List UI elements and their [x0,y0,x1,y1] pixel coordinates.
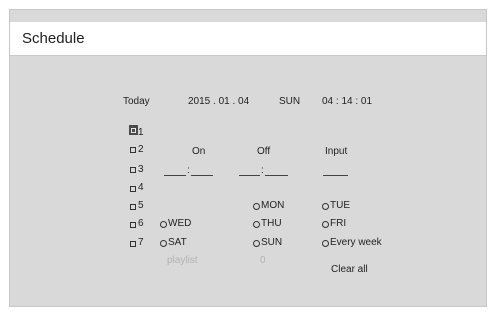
wed-radio[interactable] [160,221,167,228]
schedule-2-checkbox[interactable] [130,147,136,153]
today-label: Today [123,96,150,107]
sat-label: SAT [168,237,187,248]
tue-radio[interactable] [322,203,329,210]
schedule-6-label: 6 [138,218,144,229]
tue-label: TUE [330,200,350,211]
current-weekday: SUN [279,96,301,107]
clear-all-button[interactable]: Clear all [331,264,368,275]
mon-radio[interactable] [253,203,260,210]
playlist-label: playlist [167,255,198,266]
off-minute-blank [265,175,288,176]
schedule-5-label: 5 [138,200,144,211]
page-title: Schedule [22,30,85,47]
fri-label: FRI [330,218,347,229]
off-column-header: Off [257,146,271,157]
input-column-header: Input [325,146,348,157]
schedule-1-label: 1 [138,127,144,138]
schedule-7-label: 7 [138,237,144,248]
off-time-separator: : [261,165,264,176]
on-hour-blank [164,175,186,176]
sun-label: SUN [261,237,283,248]
schedule-3-checkbox[interactable] [130,167,136,173]
current-time: 04 : 14 : 01 [322,96,373,107]
schedule-6-checkbox[interactable] [130,222,136,228]
schedule-1-checkbox[interactable] [129,125,138,135]
on-minute-blank [191,175,213,176]
playlist-value[interactable]: 0 [260,255,266,266]
thu-radio[interactable] [253,221,260,228]
input-source-field[interactable] [323,175,348,176]
title-bar: Schedule [10,22,486,56]
current-date: 2015 . 01 . 04 [188,96,250,107]
thu-label: THU [261,218,282,229]
on-time-separator: : [187,165,190,176]
sat-radio[interactable] [160,240,167,247]
schedule-4-label: 4 [138,182,144,193]
schedule-5-checkbox[interactable] [130,204,136,210]
mon-label: MON [261,200,285,211]
on-column-header: On [192,146,206,157]
fri-radio[interactable] [322,221,329,228]
schedule-7-checkbox[interactable] [130,241,136,247]
schedule-4-checkbox[interactable] [130,186,136,192]
schedule-3-label: 3 [138,164,144,175]
sun-radio[interactable] [253,240,260,247]
every-week-label: Every week [330,237,382,248]
schedule-2-label: 2 [138,144,144,155]
off-hour-blank [239,175,260,176]
every-week-radio[interactable] [322,240,329,247]
wed-label: WED [168,218,192,229]
